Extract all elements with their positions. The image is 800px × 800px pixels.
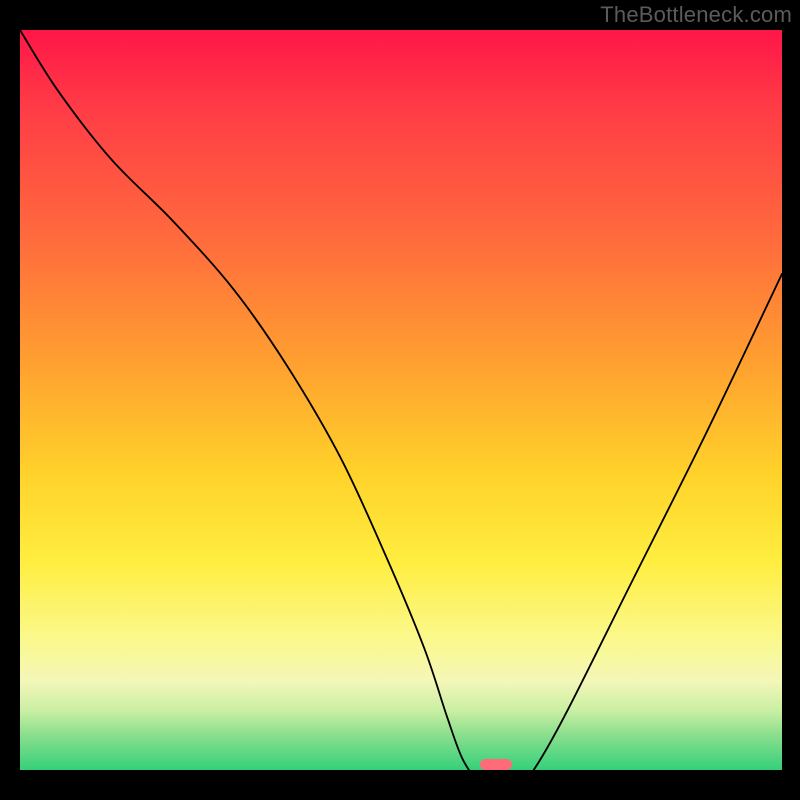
- watermark-label: TheBottleneck.com: [600, 2, 792, 28]
- chart-frame: TheBottleneck.com: [0, 0, 800, 800]
- bottleneck-curve: [20, 30, 782, 770]
- plot-area: [20, 30, 782, 770]
